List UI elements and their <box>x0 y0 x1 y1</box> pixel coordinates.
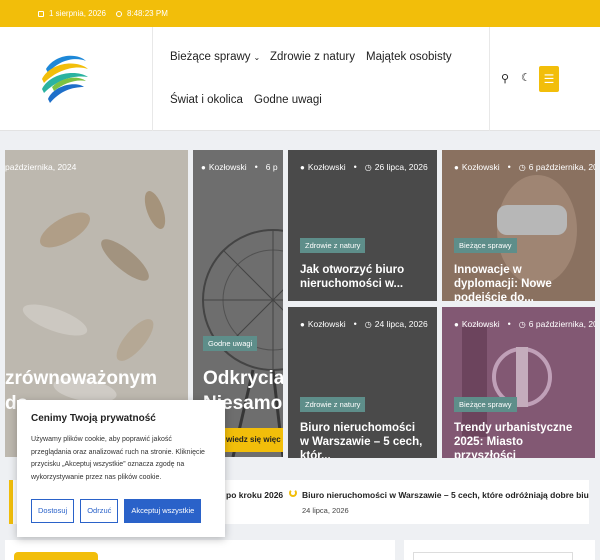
user-icon: ● <box>300 319 305 329</box>
section-header-bar <box>14 552 98 560</box>
card-3-meta: ● Kozłowski • ◷ 24 lipca, 2026 <box>300 319 428 329</box>
news-card-4[interactable]: ● Kozłowski • ◷ 6 października, 2024 Bie… <box>442 307 595 458</box>
feature-author: Kozłowski <box>208 162 247 172</box>
clock-icon <box>115 10 122 17</box>
feature-category-tag[interactable]: Godne uwagi <box>203 336 258 351</box>
current-date: 1 sierpnia, 2026 <box>49 9 106 18</box>
site-header: Bieżące sprawy ⌄ Zdrowie z natury Majątek… <box>0 27 600 131</box>
card-1-meta: ● Kozłowski • ◷ 26 lipca, 2026 <box>300 162 428 172</box>
search-icon[interactable]: ⚲ <box>501 72 509 85</box>
card-1-author: Kozłowski <box>307 162 346 172</box>
card-2-meta: ● Kozłowski • ◷ 6 października, 2024 <box>454 162 595 172</box>
chevron-down-icon: ⌄ <box>253 53 261 62</box>
reject-button[interactable]: Odrzuć <box>80 499 119 523</box>
meta-separator: • <box>507 162 511 172</box>
card-2-title[interactable]: Innowacje w dyplomacji: Nowe podejście d… <box>454 263 585 301</box>
card-1-date: 26 lipca, 2026 <box>374 162 428 172</box>
card-4-title[interactable]: Trendy urbanistyczne 2025: Miasto przysz… <box>454 421 585 458</box>
ticker-item-1[interactable]: po kroku 2026 <box>226 490 283 500</box>
cookie-consent-banner: Cenimy Twoją prywatność Używamy plików c… <box>17 400 225 537</box>
meta-separator: • <box>353 162 357 172</box>
user-icon: ● <box>201 162 206 172</box>
ticker-item-2-date: 24 lipca, 2026 <box>302 506 349 515</box>
nav-item-swiat[interactable]: Świat i okolica <box>170 94 243 106</box>
nav-item-biezace-sprawy[interactable]: Bieżące sprawy ⌄ <box>170 51 260 63</box>
ticker-item-2[interactable]: Biuro nieruchomości w Warszawie – 5 cech… <box>302 490 589 500</box>
card-2-date: 6 października, 2024 <box>528 162 595 172</box>
card-1-category-tag[interactable]: Zdrowie z natury <box>300 238 366 253</box>
hero-title-line1[interactable]: zrównoważonym <box>5 367 157 391</box>
main-nav: Bieżące sprawy ⌄ Zdrowie z natury Majątek… <box>170 27 490 131</box>
card-4-date: 6 października, 2024 <box>528 319 595 329</box>
meta-separator: • <box>507 319 511 329</box>
current-time: 8:48:23 PM <box>126 9 168 18</box>
user-icon: ● <box>454 319 459 329</box>
clock-icon: ◷ <box>364 319 372 329</box>
card-2-author: Kozłowski <box>461 162 500 172</box>
card-4-category-tag[interactable]: Bieżące sprawy <box>454 397 517 412</box>
card-4-meta: ● Kozłowski • ◷ 6 października, 2024 <box>454 319 595 329</box>
clock-icon: ◷ <box>518 319 526 329</box>
clock-icon: ◷ <box>364 162 372 172</box>
bottom-section-right <box>404 540 595 560</box>
cookie-buttons: Dostosuj Odrzuć Akceptuj wszystkie <box>31 499 202 523</box>
top-bar: 1 sierpnia, 2026 8:48:23 PM <box>0 0 600 27</box>
nav-divider-left <box>152 27 153 131</box>
calendar-icon <box>38 10 44 17</box>
card-1-title[interactable]: Jak otworzyć biuro nieruchomości w... <box>300 263 427 291</box>
meta-separator: • <box>254 162 258 172</box>
cookie-title: Cenimy Twoją prywatność <box>31 413 156 424</box>
meta-separator: • <box>353 319 357 329</box>
nav-item-zdrowie[interactable]: Zdrowie z natury <box>270 51 355 63</box>
clock-icon: ◷ <box>518 162 526 172</box>
loading-icon <box>289 489 297 497</box>
card-3-author: Kozłowski <box>307 319 346 329</box>
user-icon: ● <box>454 162 459 172</box>
user-icon: ● <box>300 162 305 172</box>
card-3-title[interactable]: Biuro nieruchomości w Warszawie – 5 cech… <box>300 421 427 458</box>
feature-title-line1[interactable]: Odkrycia <box>203 367 283 391</box>
card-2-category-tag[interactable]: Bieżące sprawy <box>454 238 517 253</box>
nav-item-godne-uwagi[interactable]: Godne uwagi <box>254 94 322 106</box>
feature-meta: ● Kozłowski • 6 p <box>201 162 278 172</box>
feature-date: 6 p <box>265 162 278 172</box>
hamburger-menu-button[interactable]: ☰ <box>539 66 559 92</box>
nav-label: Bieżące sprawy <box>170 51 251 63</box>
dark-mode-icon[interactable]: ☾ <box>521 71 531 84</box>
bottom-section-left <box>5 540 395 560</box>
news-card-2[interactable]: ● Kozłowski • ◷ 6 października, 2024 Bie… <box>442 150 595 301</box>
card-3-category-tag[interactable]: Zdrowie z natury <box>300 397 366 412</box>
card-4-author: Kozłowski <box>461 319 500 329</box>
time-display: 8:48:23 PM <box>115 9 168 18</box>
site-logo[interactable] <box>36 47 92 109</box>
news-card-1[interactable]: ● Kozłowski • ◷ 26 lipca, 2026 Zdrowie z… <box>288 150 437 301</box>
accept-all-button[interactable]: Akceptuj wszystkie <box>124 499 202 523</box>
news-card-3[interactable]: ● Kozłowski • ◷ 24 lipca, 2026 Zdrowie z… <box>288 307 437 458</box>
nav-item-majatek[interactable]: Majątek osobisty <box>366 51 452 63</box>
hero-meta: października, 2024 <box>5 162 76 172</box>
hero-date: października, 2024 <box>5 162 77 172</box>
date-display: 1 sierpnia, 2026 <box>38 9 106 18</box>
customize-button[interactable]: Dostosuj <box>31 499 75 523</box>
card-3-date: 24 lipca, 2026 <box>374 319 428 329</box>
cookie-text: Używamy plików cookie, aby poprawić jako… <box>31 436 205 481</box>
sidebar-box <box>413 552 573 560</box>
